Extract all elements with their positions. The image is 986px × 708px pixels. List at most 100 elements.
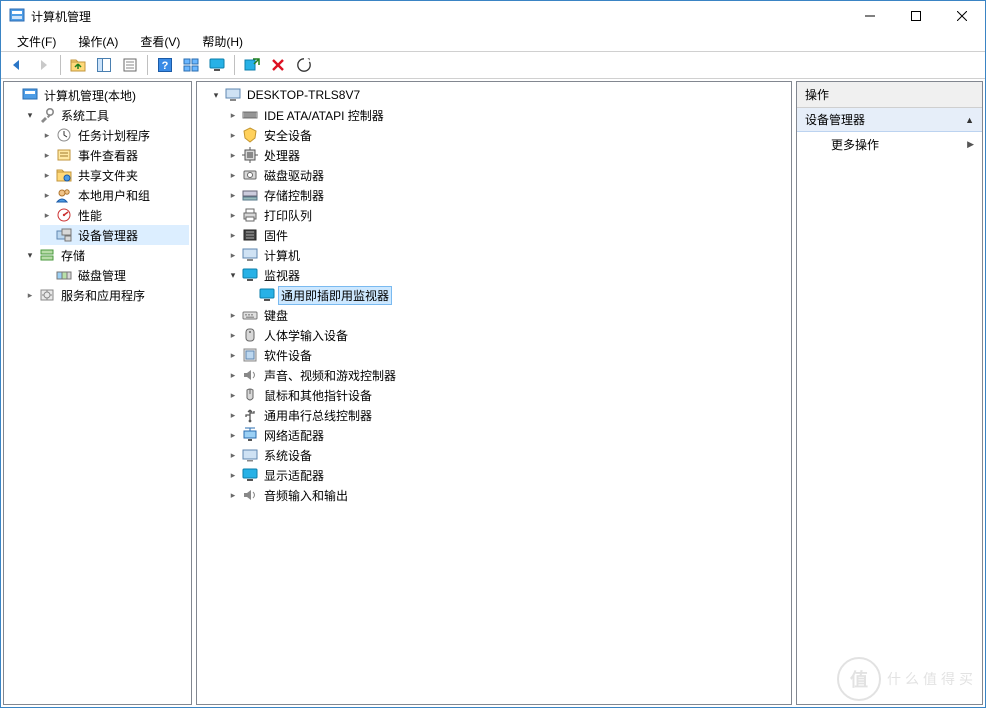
scan-hardware-button[interactable] [240,53,264,77]
titlebar: 计算机管理 [1,1,985,31]
expand-toggle[interactable]: ▾ [23,108,37,122]
dev-hid[interactable]: ▸人体学输入设备 [226,325,789,345]
tree-shared-folders[interactable]: ▸ 共享文件夹 [40,165,189,185]
menu-view[interactable]: 查看(V) [130,31,190,52]
dev-keyboard[interactable]: ▸键盘 [226,305,789,325]
tree-disk-management[interactable]: ▶ 磁盘管理 [40,265,189,285]
actions-more[interactable]: 更多操作 ▶ [797,132,982,157]
dev-audio-io[interactable]: ▸音频输入和输出 [226,485,789,505]
shield-icon [242,127,258,143]
clock-icon [56,127,72,143]
tree-task-scheduler[interactable]: ▸ 任务计划程序 [40,125,189,145]
tree-computer-management[interactable]: ▶ 计算机管理(本地) [6,85,189,105]
performance-icon [56,207,72,223]
actions-more-label: 更多操作 [831,136,879,153]
expand-toggle[interactable]: ▸ [226,168,240,182]
speaker-icon [242,367,258,383]
actions-section-label: 设备管理器 [805,111,865,128]
expand-toggle[interactable]: ▸ [40,148,54,162]
dev-disk-drives[interactable]: ▸磁盘驱动器 [226,165,789,185]
tree-services-apps[interactable]: ▸ 服务和应用程序 [23,285,189,305]
expand-toggle[interactable]: ▸ [226,328,240,342]
show-hide-tree-button[interactable] [92,53,116,77]
dev-network[interactable]: ▸网络适配器 [226,425,789,445]
console-tree[interactable]: ▶ 计算机管理(本地) ▾ 系统工具 ▸ [4,82,191,308]
expand-toggle[interactable]: ▾ [226,268,240,282]
computer-management-icon [22,87,38,103]
dev-cpu[interactable]: ▸处理器 [226,145,789,165]
expand-toggle[interactable]: ▸ [226,368,240,382]
expand-toggle[interactable]: ▸ [226,488,240,502]
menu-action[interactable]: 操作(A) [68,31,128,52]
tree-performance[interactable]: ▸ 性能 [40,205,189,225]
expand-toggle[interactable]: ▸ [226,228,240,242]
dev-system-devices[interactable]: ▸系统设备 [226,445,789,465]
chevron-right-icon: ▶ [967,139,974,150]
dev-mouse[interactable]: ▸鼠标和其他指针设备 [226,385,789,405]
dev-print-queue[interactable]: ▸打印队列 [226,205,789,225]
dev-pnp-monitor[interactable]: ▶通用即插即用监视器 [243,285,789,305]
monitor-icon [259,287,275,303]
close-button[interactable] [939,1,985,31]
minimize-button[interactable] [847,1,893,31]
expand-toggle[interactable]: ▸ [40,168,54,182]
expand-toggle[interactable]: ▸ [226,388,240,402]
expand-toggle[interactable]: ▸ [226,208,240,222]
expand-toggle[interactable]: ▸ [226,248,240,262]
menu-file[interactable]: 文件(F) [7,31,66,52]
monitor-button[interactable] [205,53,229,77]
device-manager-icon [56,227,72,243]
tools-icon [39,107,55,123]
back-button[interactable] [5,53,29,77]
dev-computer[interactable]: ▸计算机 [226,245,789,265]
dev-sound[interactable]: ▸声音、视频和游戏控制器 [226,365,789,385]
expand-toggle[interactable]: ▸ [226,308,240,322]
dev-software-devices[interactable]: ▸软件设备 [226,345,789,365]
expand-toggle[interactable]: ▸ [226,108,240,122]
dev-firmware[interactable]: ▸固件 [226,225,789,245]
collapse-icon[interactable]: ▲ [965,115,974,125]
expand-toggle[interactable]: ▸ [226,188,240,202]
dev-root[interactable]: ▾ DESKTOP-TRLS8V7 [209,85,789,105]
refresh-button[interactable] [292,53,316,77]
expand-toggle[interactable]: ▸ [226,128,240,142]
tree-local-users[interactable]: ▸ 本地用户和组 [40,185,189,205]
up-folder-button[interactable] [66,53,90,77]
expand-toggle[interactable]: ▸ [40,188,54,202]
expand-toggle[interactable]: ▸ [226,448,240,462]
dev-display-adapters[interactable]: ▸显示适配器 [226,465,789,485]
expand-toggle[interactable]: ▾ [209,88,223,102]
dev-monitors[interactable]: ▾监视器 [226,265,789,285]
expand-toggle[interactable]: ▸ [23,288,37,302]
tree-system-tools[interactable]: ▾ 系统工具 [23,105,189,125]
monitor-icon [242,267,258,283]
expand-toggle[interactable]: ▸ [226,428,240,442]
view-mode-button[interactable] [179,53,203,77]
forward-button[interactable] [31,53,55,77]
delete-button[interactable] [266,53,290,77]
properties-button[interactable] [118,53,142,77]
actions-section[interactable]: 设备管理器 ▲ [797,108,982,132]
expand-toggle[interactable]: ▾ [23,248,37,262]
storage-icon [39,247,55,263]
device-tree[interactable]: ▾ DESKTOP-TRLS8V7 ▸IDE ATA/ATAPI 控制器 ▸安全… [197,82,791,508]
dev-storage-controllers[interactable]: ▸存储控制器 [226,185,789,205]
shared-folders-icon [56,167,72,183]
tree-device-manager[interactable]: ▶ 设备管理器 [40,225,189,245]
actions-header: 操作 [797,82,982,108]
dev-usb[interactable]: ▸通用串行总线控制器 [226,405,789,425]
help-button[interactable]: ? [153,53,177,77]
expand-toggle[interactable]: ▸ [40,208,54,222]
expand-toggle[interactable]: ▸ [40,128,54,142]
expand-toggle[interactable]: ▸ [226,148,240,162]
menu-help[interactable]: 帮助(H) [192,31,253,52]
dev-security[interactable]: ▸安全设备 [226,125,789,145]
tree-event-viewer[interactable]: ▸ 事件查看器 [40,145,189,165]
dev-ide[interactable]: ▸IDE ATA/ATAPI 控制器 [226,105,789,125]
maximize-button[interactable] [893,1,939,31]
expand-toggle[interactable]: ▸ [226,408,240,422]
expand-toggle[interactable]: ▸ [226,468,240,482]
main: ▶ 计算机管理(本地) ▾ 系统工具 ▸ [1,79,985,707]
expand-toggle[interactable]: ▸ [226,348,240,362]
tree-storage[interactable]: ▾ 存储 [23,245,189,265]
